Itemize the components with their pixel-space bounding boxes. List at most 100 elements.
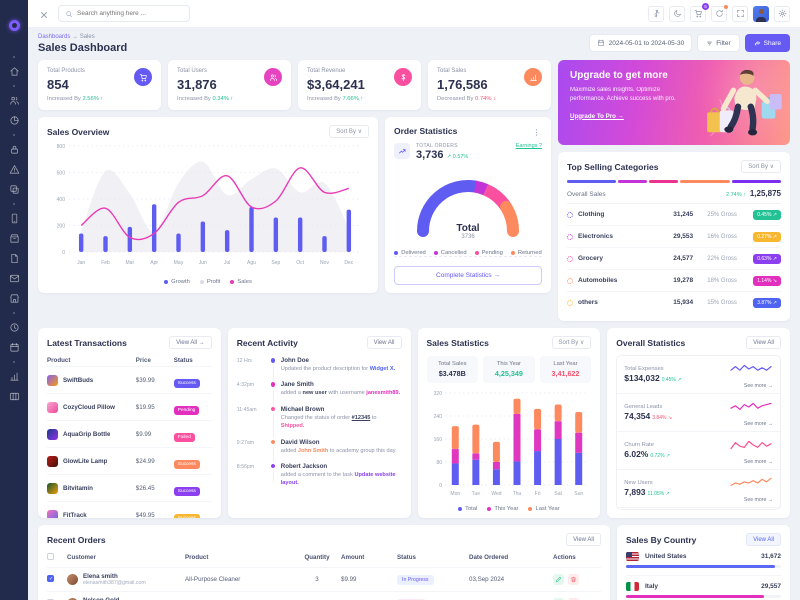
stat-change: Increased By 0.34% ↑	[177, 96, 282, 102]
product-price: $24.99	[136, 458, 174, 465]
svg-text:200: 200	[57, 224, 66, 230]
see-more-link[interactable]: See more →	[729, 497, 773, 503]
breadcrumb-dashboards[interactable]: Dashboards	[38, 34, 70, 40]
sidebar-item-file[interactable]	[8, 252, 21, 265]
gear-icon[interactable]	[774, 6, 790, 22]
overall-sales-value: 1,25,875	[750, 189, 781, 198]
country-progress	[626, 595, 781, 598]
svg-text:Nov: Nov	[320, 260, 329, 266]
see-more-link[interactable]: See more →	[729, 383, 773, 389]
promo-body: Maximize sales insights. Optimize perfor…	[570, 86, 690, 105]
country-name: Italy	[645, 583, 658, 590]
svg-text:Jul: Jul	[224, 260, 230, 266]
main-area: 5 Dashboards → Sales Sales Dashboard 202…	[28, 0, 800, 600]
users-icon	[264, 68, 282, 86]
sidebar-item-mail[interactable]	[8, 272, 21, 285]
order-date: 03,Sep 2024	[469, 576, 553, 583]
overall-view-all-button[interactable]: View All	[746, 336, 781, 349]
see-more-link[interactable]: See more →	[729, 421, 773, 427]
select-all-checkbox[interactable]	[47, 553, 54, 560]
filter-button[interactable]: Filter	[697, 34, 739, 52]
kebab-menu-icon[interactable]	[530, 125, 542, 137]
sidebar-item-pie[interactable]	[8, 114, 21, 127]
notification-dot	[724, 5, 728, 9]
edit-button[interactable]	[553, 574, 564, 585]
search-input[interactable]	[77, 10, 183, 17]
category-row: Automobiles19,27818% Gross1.14% ↘	[567, 270, 781, 292]
chart-icon	[9, 371, 20, 382]
orders-column-header: Product	[185, 554, 293, 561]
share-button[interactable]: Share	[745, 34, 790, 52]
box-icon	[9, 233, 20, 244]
activity-user: Robert Jackson	[281, 463, 402, 470]
refresh-icon[interactable]	[711, 6, 727, 22]
upgrade-banner: Upgrade to get more Maximize sales insig…	[558, 60, 790, 145]
stat-change: Increased By 2.56% ↑	[47, 96, 152, 102]
product-thumbnail	[47, 456, 58, 467]
date-range-picker[interactable]: 2024-05-01 to 2024-05-30	[589, 34, 693, 52]
avatar[interactable]	[753, 6, 769, 22]
legend-item: This Year	[487, 506, 518, 512]
breadcrumb-separator: →	[72, 34, 78, 40]
chartup-icon	[529, 73, 538, 82]
alert-icon	[9, 164, 20, 175]
delete-button[interactable]	[568, 574, 579, 585]
sidebar-item-store[interactable]	[8, 292, 21, 305]
sidebar-item-calendar[interactable]	[8, 341, 21, 354]
sidebar-item-phone[interactable]	[8, 212, 21, 225]
expand-icon[interactable]	[732, 6, 748, 22]
gauge-center-value: 3736	[406, 234, 530, 240]
sidebar-item-card[interactable]	[8, 390, 21, 403]
earnings-link[interactable]: Earnings ?	[516, 143, 542, 149]
stat-label: Total Products	[47, 68, 85, 74]
app-logo[interactable]	[0, 0, 28, 50]
category-icon	[567, 256, 573, 262]
sidebar-item-home[interactable]	[8, 65, 21, 78]
mail-icon	[9, 273, 20, 284]
category-gross: 18% Gross	[707, 278, 753, 284]
accessibility-icon[interactable]	[648, 6, 664, 22]
country-view-all-button[interactable]: View All	[746, 533, 781, 546]
overall-stat-row: Churn Rate6.02%0.72% ↗See more →	[617, 432, 780, 470]
orders-view-all-button[interactable]: View All	[566, 533, 601, 546]
activity-view-all-button[interactable]: View All	[367, 336, 402, 349]
topbar-actions: 5	[648, 6, 790, 22]
sales-statistics-chart: 080160240320MonTueWedThuFriSatSun	[427, 387, 592, 504]
sidebar-item-copy[interactable]	[8, 183, 21, 196]
sidebar-item-lock[interactable]	[8, 143, 21, 156]
top-categories-sort-button[interactable]: Sort By ∨	[741, 160, 781, 173]
expand-icon	[736, 9, 745, 18]
transactions-view-all-button[interactable]: View All →	[169, 336, 212, 349]
sales-overview-sort-button[interactable]: Sort By ∨	[329, 125, 369, 138]
stat-name: New Users	[624, 480, 669, 486]
top-categories-panel: Top Selling Categories Sort By ∨ Overall…	[558, 152, 790, 321]
cart-icon[interactable]: 5	[690, 6, 706, 22]
transaction-row: FitTrack$49.95Success	[47, 501, 212, 518]
stat-label: Total Users	[177, 68, 217, 74]
customer-name: Elena smith	[83, 573, 146, 580]
complete-statistics-button[interactable]: Complete Statistics →	[394, 266, 542, 285]
order-statistics-panel: Order Statistics TOTAL ORDERS 3,736 ↗ 0.…	[385, 117, 551, 293]
sidebar-item-chart[interactable]	[8, 370, 21, 383]
sidebar-item-alert[interactable]	[8, 163, 21, 176]
categories-list: Clothing31,24525% Gross0.45% ↗Electronic…	[567, 204, 781, 313]
product-price: $39.99	[136, 377, 174, 384]
gauge-center-label: Total	[406, 223, 530, 234]
sidebar-item-users[interactable]	[8, 94, 21, 107]
separator-dot	[13, 85, 15, 87]
stat-value: 31,876	[177, 77, 217, 92]
close-icon[interactable]	[38, 8, 50, 20]
latest-transactions-title: Latest Transactions	[47, 338, 127, 348]
sidebar-item-box[interactable]	[8, 232, 21, 245]
category-badge: 0.27% ↗	[753, 232, 781, 242]
sidebar-item-clock[interactable]	[8, 321, 21, 334]
see-more-link[interactable]: See more →	[729, 459, 773, 465]
orders-change: ↗ 0.57%	[447, 154, 469, 160]
upgrade-pro-link[interactable]: Upgrade To Pro →	[570, 113, 624, 120]
sales-statistics-sort-button[interactable]: Sort By ∨	[552, 336, 592, 349]
moon-icon[interactable]	[669, 6, 685, 22]
svg-text:400: 400	[57, 197, 66, 203]
row-checkbox[interactable]	[47, 575, 54, 582]
activity-user: Jane Smith	[281, 381, 402, 388]
activity-item: 8:56pmRobert Jacksonadded a comment to t…	[237, 463, 402, 488]
